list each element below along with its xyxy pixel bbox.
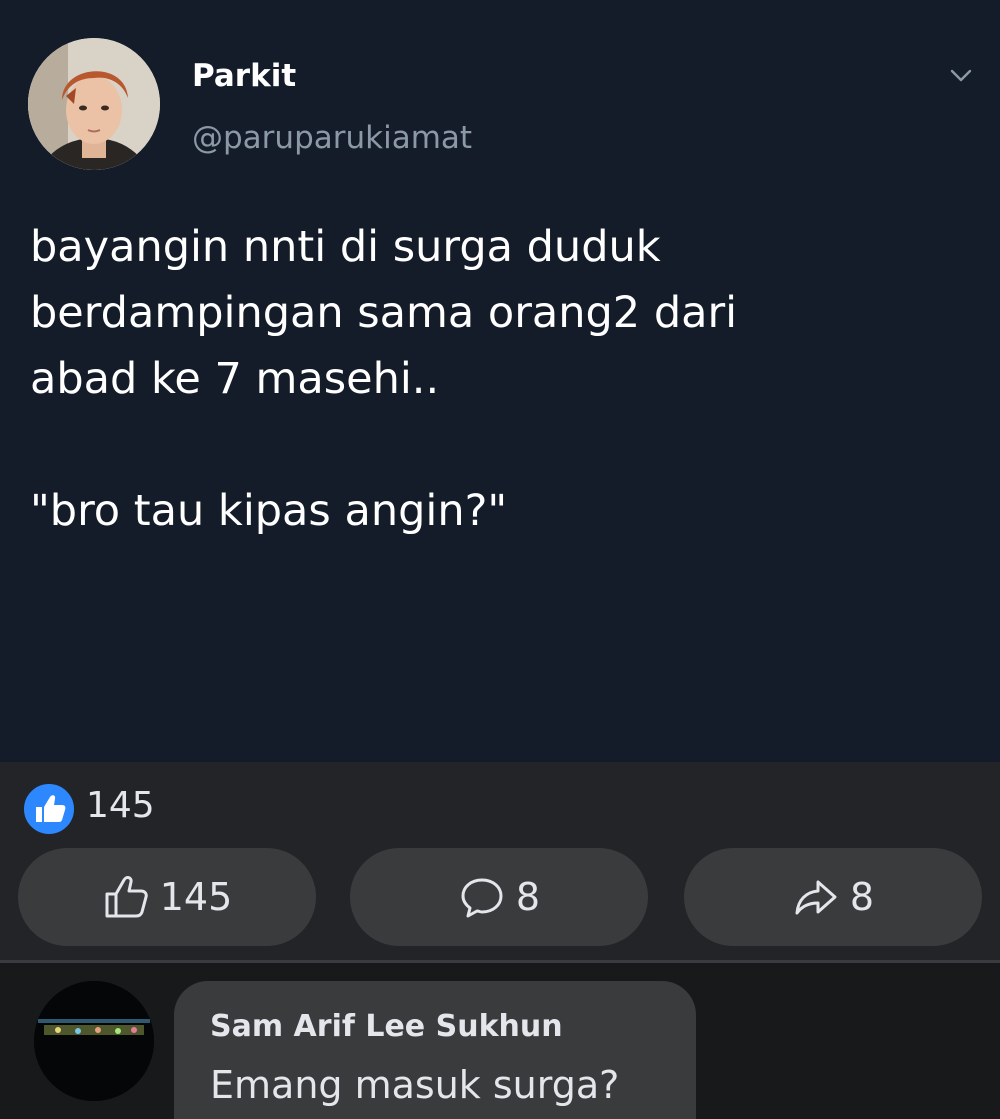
author-display-name[interactable]: Parkit <box>192 56 296 96</box>
thumbs-up-outline-icon <box>105 876 148 918</box>
comment-button[interactable]: 8 <box>350 848 648 946</box>
comment-section: Sam Arif Lee Sukhun Emang masuk surga? <box>0 963 1000 1119</box>
author-avatar[interactable] <box>28 38 160 170</box>
like-button[interactable]: 145 <box>18 848 316 946</box>
comment-bubble[interactable]: Sam Arif Lee Sukhun Emang masuk surga? <box>174 981 696 1119</box>
comment-bubble-icon <box>461 878 503 918</box>
commenter-avatar[interactable] <box>34 981 154 1101</box>
share-button[interactable]: 8 <box>684 848 982 946</box>
reaction-count: 145 <box>86 785 155 826</box>
comment-author[interactable]: Sam Arif Lee Sukhun <box>210 1007 563 1047</box>
share-count: 8 <box>849 875 875 919</box>
tweet-text: bayangin nnti di surga duduk berdampinga… <box>30 222 738 536</box>
comment-text: Emang masuk surga? <box>210 1063 620 1107</box>
tweet-card: Parkit @paruparukiamat bayangin nnti di … <box>0 0 1000 762</box>
like-badge-icon <box>22 782 76 836</box>
author-handle[interactable]: @paruparukiamat <box>192 118 472 158</box>
reactions-summary[interactable]: 145 <box>0 762 1000 842</box>
like-count: 145 <box>159 875 233 919</box>
comment-count: 8 <box>515 875 541 919</box>
action-bar: 145 8 8 <box>0 842 1000 963</box>
profile-photo <box>28 38 160 170</box>
commenter-avatar-image <box>34 981 154 1101</box>
screenshot: Parkit @paruparukiamat bayangin nnti di … <box>0 0 1000 1119</box>
share-arrow-icon <box>795 880 837 915</box>
chevron-down-icon[interactable] <box>948 62 974 88</box>
